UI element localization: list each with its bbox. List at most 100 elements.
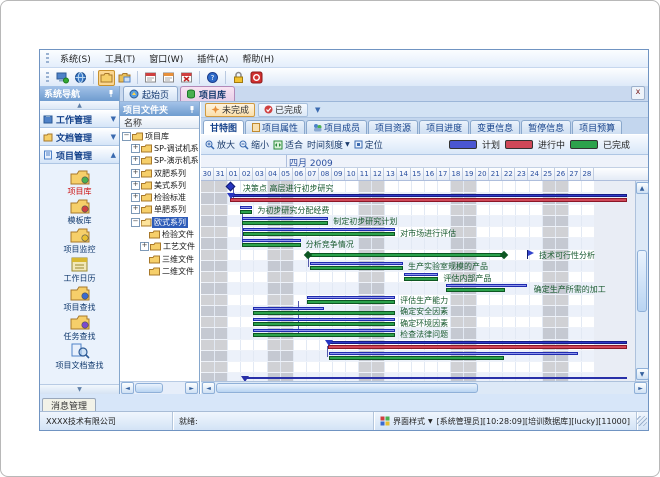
sidebar-section-document[interactable]: 文档管理 ▼ <box>40 128 119 146</box>
tab-project-members[interactable]: 项目成员 <box>306 120 367 134</box>
expand-icon[interactable]: + <box>131 169 140 178</box>
task-plan-bar[interactable] <box>253 307 324 310</box>
tree-item[interactable]: 三维文件 <box>120 253 199 265</box>
tab-gantt-chart[interactable]: 甘特图 <box>203 120 244 134</box>
task-done-bar[interactable] <box>253 322 394 326</box>
tab-change-info[interactable]: 变更信息 <box>470 120 520 134</box>
tree-column-header[interactable]: 名称 <box>120 116 199 129</box>
task-done-bar[interactable] <box>243 232 395 236</box>
tree-item[interactable]: −项目库 <box>120 130 199 142</box>
close-tab-button[interactable]: x <box>631 86 645 100</box>
project-plan-bar[interactable] <box>328 341 627 344</box>
scroll-up-icon[interactable]: ▲ <box>636 182 649 194</box>
sidebar-item-4[interactable]: 工作日历 <box>40 255 119 284</box>
expand-icon[interactable]: + <box>131 144 140 153</box>
calendar-red-icon[interactable] <box>142 70 159 86</box>
task-plan-bar[interactable] <box>240 206 252 209</box>
sidebar-scroll-down[interactable]: ▼ <box>40 384 119 394</box>
task-plan-bar[interactable] <box>329 352 578 355</box>
folder-view-icon[interactable] <box>116 70 133 86</box>
task-plan-bar[interactable] <box>404 273 438 276</box>
expand-icon[interactable]: + <box>131 193 140 202</box>
tree-item[interactable]: +工艺文件 <box>120 241 199 253</box>
sidebar-item-3[interactable]: 项目监控 <box>40 226 119 255</box>
system-icon[interactable] <box>54 70 71 86</box>
scroll-left-icon[interactable]: ◄ <box>121 382 134 394</box>
menu-system[interactable]: 系统(S) <box>53 51 98 66</box>
scroll-thumb[interactable] <box>135 383 163 393</box>
task-done-bar[interactable] <box>240 210 252 214</box>
tree-item[interactable]: 二维文件 <box>120 265 199 277</box>
collapse-icon[interactable]: − <box>122 132 131 141</box>
menu-help[interactable]: 帮助(H) <box>235 51 281 66</box>
task-plan-bar[interactable] <box>242 217 328 220</box>
task-plan-bar[interactable] <box>242 239 301 242</box>
project-active-bar[interactable] <box>230 198 627 202</box>
scroll-left-icon[interactable]: ◄ <box>202 382 215 394</box>
tree-horizontal-scrollbar[interactable]: ◄ ► <box>120 381 199 394</box>
task-done-bar[interactable] <box>242 221 328 225</box>
collapse-icon[interactable]: − <box>131 218 140 227</box>
zoom-out-button[interactable]: 缩小 <box>239 138 269 151</box>
resize-grip[interactable] <box>637 416 647 426</box>
sidebar-item-1[interactable]: 项目库 <box>40 168 119 197</box>
expand-icon[interactable]: + <box>131 156 140 165</box>
expand-icon[interactable]: + <box>131 181 140 190</box>
calendar-close-icon[interactable] <box>178 70 195 86</box>
tab-start-page[interactable]: 起始页 <box>123 86 178 101</box>
scroll-down-icon[interactable]: ▼ <box>636 368 649 380</box>
menu-plugins[interactable]: 插件(A) <box>190 51 235 66</box>
tab-project-properties[interactable]: 项目属性 <box>245 120 305 134</box>
filter-more-chevron[interactable]: ▼ <box>315 106 320 114</box>
menu-window[interactable]: 窗口(W) <box>142 51 190 66</box>
task-plan-bar[interactable] <box>307 296 395 299</box>
task-done-bar[interactable] <box>307 300 395 304</box>
project-plan-bar[interactable] <box>230 194 627 197</box>
task-plan-bar[interactable] <box>253 329 394 332</box>
task-plan-bar[interactable] <box>243 228 395 231</box>
tab-project-resources[interactable]: 项目资源 <box>368 120 418 134</box>
pin-icon[interactable] <box>187 105 196 114</box>
project-active-bar[interactable] <box>328 345 627 349</box>
help-icon[interactable]: ? <box>204 70 221 86</box>
scroll-thumb[interactable] <box>637 250 647 312</box>
tree-item[interactable]: −欧式系列 <box>120 216 199 228</box>
sidebar-scroll-up[interactable]: ▲ <box>40 101 119 110</box>
task-done-bar[interactable] <box>446 288 505 292</box>
task-done-bar[interactable] <box>329 356 503 360</box>
summary-done-bar[interactable] <box>308 253 503 257</box>
tab-project-library[interactable]: 项目库 <box>180 86 235 101</box>
folder-open-icon[interactable] <box>98 70 115 86</box>
phase-summary-line[interactable] <box>244 377 627 379</box>
expand-icon[interactable]: + <box>140 242 149 251</box>
task-done-bar[interactable] <box>253 333 394 337</box>
messages-tab[interactable]: 消息管理 <box>42 398 96 412</box>
sidebar-section-work[interactable]: 工作管理 ▼ <box>40 110 119 128</box>
exit-icon[interactable] <box>248 70 265 86</box>
filter-finished-button[interactable]: 已完成 <box>258 103 308 117</box>
tab-pause-info[interactable]: 暂停信息 <box>521 120 571 134</box>
task-plan-bar[interactable] <box>446 284 527 287</box>
tab-project-progress[interactable]: 项目进度 <box>419 120 469 134</box>
fit-button[interactable]: 适合 <box>273 138 303 151</box>
sidebar-item-7[interactable]: 项目文档查找 <box>40 342 119 371</box>
filter-unfinished-button[interactable]: 未完成 <box>205 103 255 117</box>
gantt-vertical-scrollbar[interactable]: ▲ ▼ <box>635 181 648 381</box>
sidebar-item-5[interactable]: 项目查找 <box>40 284 119 313</box>
lock-icon[interactable] <box>230 70 247 86</box>
tree-item[interactable]: 检验文件 <box>120 228 199 240</box>
calendar-edit-icon[interactable] <box>160 70 177 86</box>
zoom-in-button[interactable]: 放大 <box>205 138 235 151</box>
sidebar-item-2[interactable]: 模板库 <box>40 197 119 226</box>
sidebar-item-6[interactable]: 任务查找 <box>40 313 119 342</box>
sidebar-section-project[interactable]: 项目管理 ▲ <box>40 146 119 164</box>
expand-icon[interactable]: + <box>131 205 140 214</box>
scroll-thumb[interactable] <box>216 383 478 393</box>
tree-item[interactable]: +SP-调试机系 <box>120 142 199 154</box>
ui-style-button[interactable]: 界面样式 ▼ [系统管理员][10:28:09][培训数据库][lucky][1… <box>374 412 637 430</box>
task-done-bar[interactable] <box>310 266 403 270</box>
tree-item[interactable]: +检验标准 <box>120 191 199 203</box>
scroll-right-icon[interactable]: ► <box>634 382 647 394</box>
pin-icon[interactable] <box>106 89 115 98</box>
task-done-bar[interactable] <box>404 277 438 281</box>
